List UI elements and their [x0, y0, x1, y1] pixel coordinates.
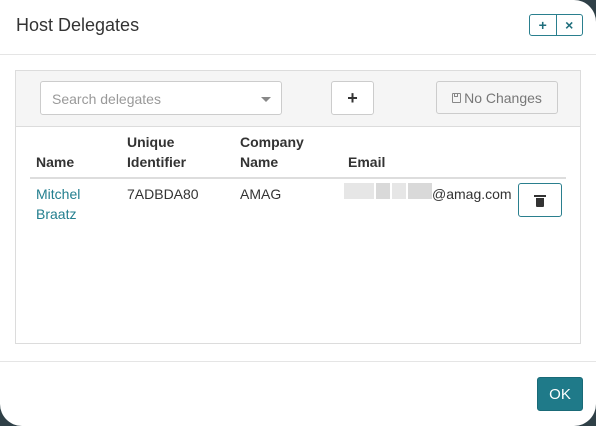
column-header-unique-line2: Identifier [127, 154, 187, 170]
column-header-company-line1: Company [240, 134, 304, 150]
no-changes-label: No Changes [464, 89, 542, 106]
email-domain-cell: @amag.com [432, 186, 512, 202]
redacted-email-block [408, 183, 432, 199]
search-placeholder: Search delegates [52, 91, 161, 107]
delegate-name-link-line2[interactable]: Braatz [36, 204, 76, 224]
redacted-email-block [344, 183, 374, 199]
dialog-header: Host Delegates + × [0, 0, 596, 55]
unique-identifier-cell: 7ADBDA80 [127, 186, 199, 202]
redacted-email-block [392, 183, 406, 199]
table-header-divider [30, 177, 566, 179]
ok-button[interactable]: OK [537, 377, 583, 411]
column-header-unique-line1: Unique [127, 134, 175, 150]
floppy-disk-icon [452, 92, 462, 103]
footer-divider [0, 361, 596, 362]
delegates-panel: Search delegates + No Changes Name Uniqu… [15, 70, 581, 344]
redacted-email-block [376, 183, 390, 199]
delegates-toolbar: Search delegates + No Changes [16, 71, 580, 127]
search-delegates-select[interactable]: Search delegates [40, 81, 282, 115]
host-delegates-dialog: Host Delegates + × Search delegates + No… [0, 0, 596, 426]
dialog-title: Host Delegates [16, 15, 140, 35]
column-header-email: Email [348, 154, 386, 170]
header-button-group: + × [529, 14, 583, 36]
header-close-button[interactable]: × [555, 15, 583, 35]
company-cell: AMAG [240, 186, 282, 202]
delegate-name-link-line1[interactable]: Mitchel [36, 184, 80, 204]
no-changes-button[interactable]: No Changes [436, 81, 558, 114]
column-header-company-line2: Name [240, 154, 279, 170]
column-header-name: Name [36, 154, 75, 170]
trash-icon [534, 194, 546, 207]
chevron-down-icon [261, 97, 271, 102]
delete-delegate-button[interactable] [518, 183, 562, 217]
header-add-button[interactable]: + [530, 15, 556, 35]
add-delegate-button[interactable]: + [331, 81, 374, 115]
